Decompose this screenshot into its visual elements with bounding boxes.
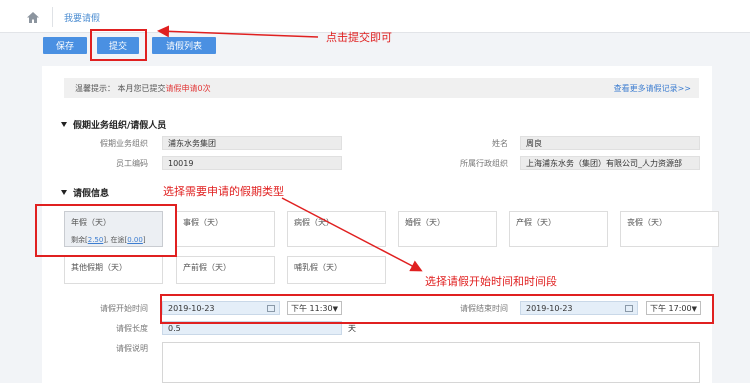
start-time-label: 请假开始时间 xyxy=(100,304,148,313)
annotation-type-hint: 选择需要申请的假期类型 xyxy=(163,185,284,198)
leave-type-annual[interactable]: 年假（天） 剩余[2.50], 在途[0.00] xyxy=(64,211,163,247)
annual-balance: 剩余[2.50], 在途[0.00] xyxy=(71,236,146,244)
org-field: 浦东水务集团 xyxy=(162,136,342,150)
calendar-icon[interactable] xyxy=(625,305,633,312)
save-button[interactable]: 保存 xyxy=(43,37,87,54)
annotation-submit-hint: 点击提交即可 xyxy=(326,31,392,44)
name-field: 周良 xyxy=(520,136,700,150)
leave-type-other[interactable]: 其他假期（天） xyxy=(64,256,163,284)
section-title-person: 假期业务组织/请假人员 xyxy=(61,118,166,131)
org-label: 假期业务组织 xyxy=(100,139,148,148)
collapse-triangle-icon[interactable] xyxy=(61,122,67,127)
end-date-input[interactable]: 2019-10-23 xyxy=(520,301,638,315)
calendar-icon[interactable] xyxy=(267,305,275,312)
dept-field: 上海浦东水务（集团）有限公司_人力资源部 xyxy=(520,156,700,170)
dept-label: 所属行政组织 xyxy=(460,159,508,168)
leave-type-personal[interactable]: 事假（天） xyxy=(176,211,275,247)
form-panel: 温馨提示： 本月您已提交 请假申请0次 查看更多请假记录>> 假期业务组织/请假人… xyxy=(42,66,719,383)
reason-textarea[interactable] xyxy=(162,342,700,383)
tip-bar: 温馨提示： 本月您已提交 请假申请0次 查看更多请假记录>> xyxy=(64,78,699,98)
name-label: 姓名 xyxy=(492,139,508,148)
end-period-select[interactable]: 下午 17:00 ▼ xyxy=(646,301,701,315)
annotation-time-hint: 选择请假开始时间和时间段 xyxy=(425,275,557,288)
leave-list-button[interactable]: 请假列表 xyxy=(152,37,216,54)
emp-id-field: 10019 xyxy=(162,156,342,170)
start-period-select[interactable]: 下午 11:30 ▼ xyxy=(287,301,342,315)
tip-highlight: 请假申请0次 xyxy=(165,83,211,93)
length-field: 0.5 xyxy=(162,321,342,335)
leave-type-maternity[interactable]: 产假（天） xyxy=(509,211,608,247)
breadcrumb-divider xyxy=(52,7,53,27)
collapse-triangle-icon[interactable] xyxy=(61,190,67,195)
tip-prefix: 温馨提示： xyxy=(75,83,115,93)
chevron-down-icon: ▼ xyxy=(691,305,697,313)
start-date-input[interactable]: 2019-10-23 xyxy=(162,301,280,315)
submit-button[interactable]: 提交 xyxy=(97,37,139,54)
length-label: 请假长度 xyxy=(116,324,148,333)
section-title-leave: 请假信息 xyxy=(61,186,109,199)
emp-id-label: 员工编码 xyxy=(116,159,148,168)
leave-type-marriage[interactable]: 婚假（天） xyxy=(398,211,497,247)
end-time-label: 请假结束时间 xyxy=(460,304,508,313)
breadcrumb-current[interactable]: 我要请假 xyxy=(64,11,100,24)
leave-type-prenatal[interactable]: 产前假（天） xyxy=(176,256,275,284)
length-unit: 天 xyxy=(348,324,356,333)
home-icon[interactable] xyxy=(24,8,42,26)
leave-type-bereavement[interactable]: 丧假（天） xyxy=(620,211,719,247)
leave-type-sick[interactable]: 病假（天） xyxy=(287,211,386,247)
tip-text: 本月您已提交 xyxy=(117,83,166,93)
reason-label: 请假说明 xyxy=(116,344,148,353)
chevron-down-icon: ▼ xyxy=(332,305,338,313)
leave-type-nursing[interactable]: 哺乳假（天） xyxy=(287,256,386,284)
more-records-link[interactable]: 查看更多请假记录>> xyxy=(614,83,691,94)
